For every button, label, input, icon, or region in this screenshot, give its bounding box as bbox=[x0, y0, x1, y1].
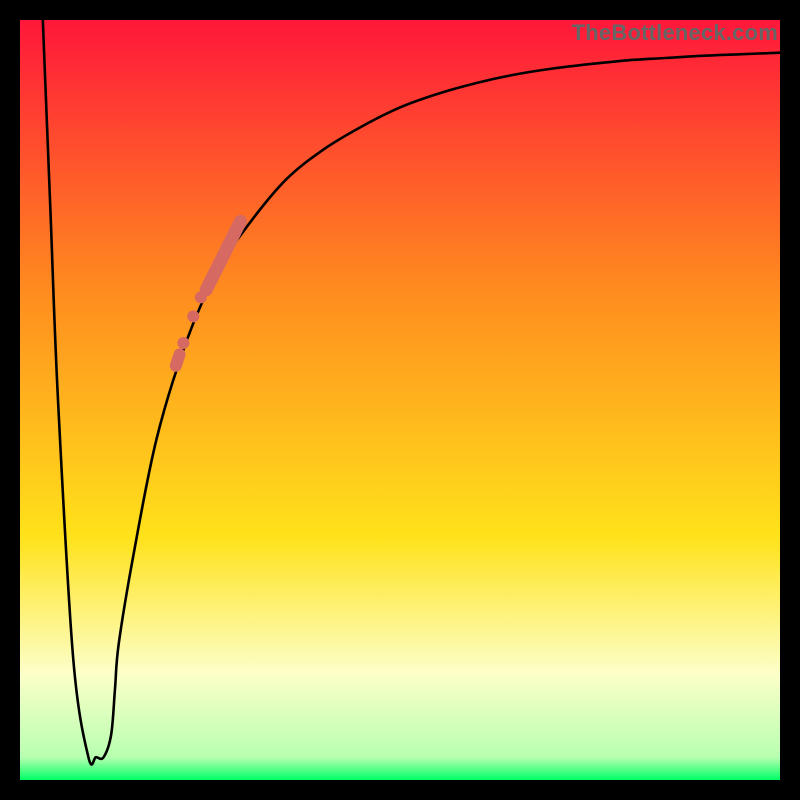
watermark-text: TheBottleneck.com bbox=[572, 20, 778, 46]
plot-area: TheBottleneck.com bbox=[20, 20, 780, 780]
chart-frame: TheBottleneck.com bbox=[0, 0, 800, 800]
gradient-background bbox=[20, 20, 780, 780]
marker-dot bbox=[187, 310, 199, 322]
marker-segment-short bbox=[176, 354, 180, 365]
marker-dot bbox=[195, 291, 207, 303]
chart-canvas bbox=[20, 20, 780, 780]
marker-dot bbox=[177, 337, 189, 349]
